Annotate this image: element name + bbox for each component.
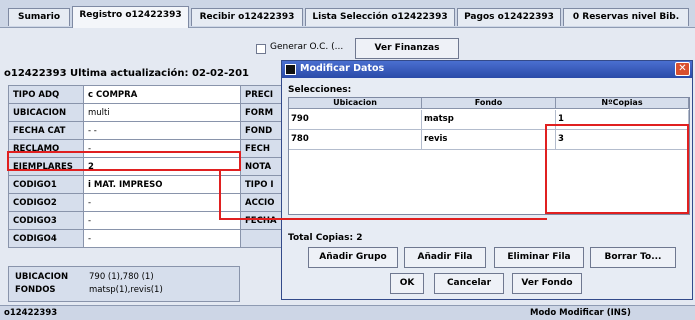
ejemplares-highlight	[7, 151, 241, 171]
app-icon	[285, 64, 296, 75]
summary-fondos-key: FONDOS	[15, 285, 56, 295]
status-bar: o12422393 Modo Modificar (INS)	[0, 305, 695, 320]
field-value[interactable]: -	[83, 229, 241, 248]
connector-line	[219, 218, 547, 220]
cell-fondo[interactable]: revis	[422, 130, 556, 150]
generar-oc-label: Generar O.C. (...	[270, 42, 344, 52]
field-row: CODIGO3- FECHA	[8, 211, 282, 230]
selections-label: Selecciones:	[288, 85, 352, 95]
field-value[interactable]: -	[83, 193, 241, 212]
cell-ubicacion[interactable]: 780	[289, 130, 422, 150]
field-value[interactable]: -	[83, 211, 241, 230]
field-value[interactable]: multi	[83, 103, 241, 122]
tab-reservas[interactable]: 0 Reservas nivel Bib.	[563, 8, 689, 26]
cell-ubicacion[interactable]: 790	[289, 110, 422, 130]
field-key: FECHA CAT	[8, 121, 84, 140]
delete-row-button[interactable]: Eliminar Fila	[494, 247, 584, 268]
total-copias-label: Total Copias: 2	[288, 233, 363, 243]
clear-all-button[interactable]: Borrar To...	[590, 247, 676, 268]
connector-line	[219, 170, 221, 220]
close-icon[interactable]: ✕	[675, 62, 690, 76]
tab-lista-seleccion[interactable]: Lista Selección o12422393	[305, 8, 455, 26]
field-key: CODIGO2	[8, 193, 84, 212]
location-summary: UBICACION 790 (1),780 (1) FONDOS matsp(1…	[8, 266, 240, 302]
field-key-2: FOND	[240, 121, 282, 140]
summary-ubicacion-value: 790 (1),780 (1)	[89, 272, 154, 282]
column-header-fondo[interactable]: Fondo	[422, 98, 556, 109]
field-value[interactable]: - -	[83, 121, 241, 140]
field-row: UBICACION multi FORM	[8, 103, 282, 122]
cell-fondo[interactable]: matsp	[422, 110, 556, 130]
generar-oc-checkbox[interactable]	[256, 44, 266, 54]
summary-fondos-value: matsp(1),revis(1)	[89, 285, 163, 295]
field-key-2: FORM	[240, 103, 282, 122]
ok-button[interactable]: OK	[390, 273, 424, 294]
status-record-id: o12422393	[4, 308, 58, 318]
field-key-2: FECHA	[240, 211, 282, 230]
field-row: CODIGO1 i MAT. IMPRESO TIPO I	[8, 175, 282, 194]
field-key-2: PRECI	[240, 85, 282, 104]
copias-highlight	[545, 124, 689, 214]
add-row-button[interactable]: Añadir Fila	[404, 247, 486, 268]
field-value[interactable]: i MAT. IMPRESO	[83, 175, 241, 194]
column-header-copias[interactable]: NºCopias	[556, 98, 689, 109]
record-header: o12422393 Ultima actualización: 02-02-20…	[4, 68, 249, 79]
field-row: TIPO ADQ c COMPRA PRECI	[8, 85, 282, 104]
field-key-2: NOTA	[240, 157, 282, 176]
tab-pagos[interactable]: Pagos o12422393	[457, 8, 561, 26]
tab-sumario[interactable]: Sumario	[8, 8, 70, 26]
tab-registro[interactable]: Registro o12422393	[72, 6, 189, 28]
field-key: CODIGO1	[8, 175, 84, 194]
field-key: TIPO ADQ	[8, 85, 84, 104]
ver-finanzas-button[interactable]: Ver Finanzas	[355, 38, 459, 59]
summary-ubicacion-key: UBICACION	[15, 272, 69, 282]
cancel-button[interactable]: Cancelar	[434, 273, 504, 294]
dialog-title: Modificar Datos	[300, 63, 385, 74]
field-value[interactable]: c COMPRA	[83, 85, 241, 104]
field-key: UBICACION	[8, 103, 84, 122]
field-key-2	[240, 229, 282, 248]
field-key: CODIGO3	[8, 211, 84, 230]
field-row: FECHA CAT - - FOND	[8, 121, 282, 140]
column-header-ubicacion[interactable]: Ubicacion	[289, 98, 422, 109]
field-key-2: ACCIO	[240, 193, 282, 212]
status-mode: Modo Modificar (INS)	[530, 308, 631, 318]
field-key-2: TIPO I	[240, 175, 282, 194]
field-key: CODIGO4	[8, 229, 84, 248]
dialog-title-bar[interactable]: Modificar Datos ✕	[282, 61, 692, 78]
field-row: CODIGO2- ACCIO	[8, 193, 282, 212]
field-row: CODIGO4-	[8, 229, 282, 248]
tab-bar: Sumario Registro o12422393 Recibir o1242…	[0, 0, 695, 28]
add-group-button[interactable]: Añadir Grupo	[308, 247, 398, 268]
tab-recibir[interactable]: Recibir o12422393	[191, 8, 303, 26]
view-fund-button[interactable]: Ver Fondo	[512, 273, 582, 294]
field-key-2: FECH	[240, 139, 282, 158]
